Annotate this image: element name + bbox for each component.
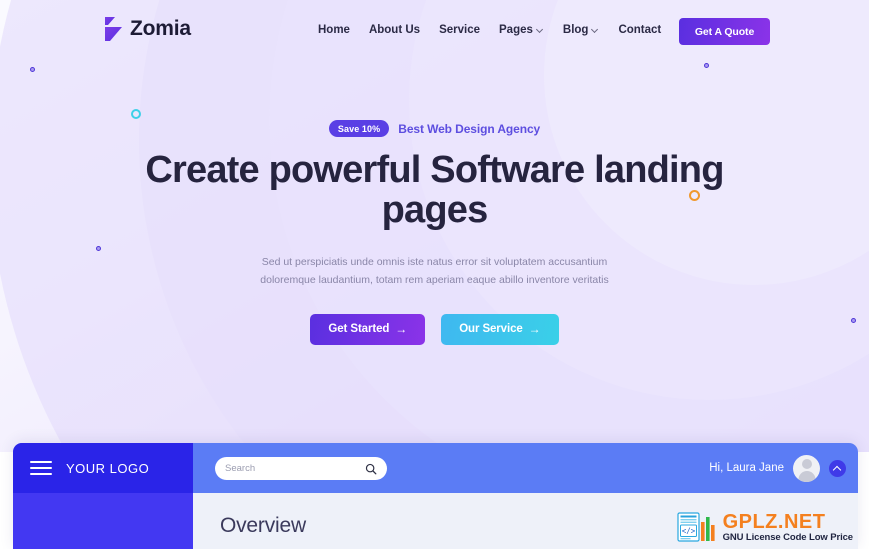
nav-item-about-us[interactable]: About Us [369, 24, 420, 36]
watermark-subtitle: GNU License Code Low Price [722, 531, 854, 543]
hero-subtitle: Sed ut perspiciatis unde omnis iste natu… [260, 255, 609, 287]
watermark-title: GPLZ.NET [723, 512, 853, 532]
search-box[interactable] [215, 456, 387, 480]
nav-item-label: Home [318, 24, 350, 36]
nav-links: Home About Us Service Pages Blog Contact [318, 24, 661, 36]
chevron-down-icon[interactable] [592, 27, 599, 34]
search-input[interactable] [225, 462, 365, 474]
page-title: Create powerful Software landing pages [145, 149, 724, 231]
watermark-title-net: NET [783, 510, 826, 533]
nav-item-service[interactable]: Service [439, 24, 480, 36]
nav-item-label: Pages [499, 24, 533, 36]
hero-cta-row: Get Started → Our Service → [0, 313, 869, 345]
top-navigation: Zomia Home About Us Service Pages Blog Contac… [0, 0, 869, 62]
nav-item-blog[interactable]: Blog [563, 24, 600, 36]
dot-purple-top-left [30, 67, 35, 72]
arrow-right-icon: → [395, 322, 408, 337]
gplz-watermark: </> GPLZ.NET GNU License Code Low Price [676, 512, 854, 543]
watermark-text: GPLZ.NET GNU License Code Low Price [722, 512, 854, 543]
arrow-right-icon: → [528, 322, 541, 337]
zomia-play-mark-icon [104, 16, 123, 42]
hero-tagline: Best Web Design Agency [398, 121, 541, 136]
nav-item-label: Blog [562, 24, 589, 36]
get-started-button[interactable]: Get Started → [310, 313, 426, 345]
nav-item-label: About Us [368, 24, 421, 36]
hamburger-menu-icon[interactable] [30, 461, 52, 475]
dashboard-sidebar [13, 493, 193, 549]
dashboard-user-menu[interactable]: Hi, Laura Jane [709, 454, 858, 482]
dot-cyan-ring-left [131, 109, 141, 119]
hero-section: Zomia Home About Us Service Pages Blog Contac… [0, 0, 869, 452]
save-badge: Save 10% [328, 120, 390, 137]
nav-item-contact[interactable]: Contact [618, 24, 661, 36]
our-service-label: Our Service [459, 323, 523, 336]
search-icon[interactable] [365, 462, 377, 475]
dashboard-logo-text: YOUR LOGO [66, 460, 150, 476]
nav-item-home[interactable]: Home [318, 24, 350, 36]
our-service-button[interactable]: Our Service → [441, 313, 559, 345]
get-a-quote-button[interactable]: Get A Quote [679, 18, 770, 45]
dot-purple-top-right [704, 63, 709, 68]
get-started-label: Get Started [328, 323, 390, 336]
brand-name: Zomia [130, 17, 191, 40]
page-root: Zomia Home About Us Service Pages Blog Contac… [0, 0, 869, 549]
user-greeting: Hi, Laura Jane [709, 462, 784, 474]
overview-heading: Overview [220, 514, 306, 537]
svg-text:</>: </> [681, 526, 695, 535]
nav-item-label: Service [439, 24, 480, 36]
dashboard-logo-block: YOUR LOGO [13, 443, 193, 493]
user-avatar-icon[interactable] [793, 454, 820, 482]
chevron-down-icon[interactable] [537, 27, 544, 34]
brand-logo[interactable]: Zomia [104, 16, 191, 42]
code-document-chart-icon: </> [676, 512, 715, 542]
dashboard-topbar: YOUR LOGO Hi, Laura Jane [13, 443, 858, 493]
nav-item-pages[interactable]: Pages [499, 24, 544, 36]
watermark-title-main: GPLZ [722, 510, 778, 533]
nav-item-label: Contact [618, 24, 662, 36]
hero-content: Save 10% Best Web Design Agency Create p… [0, 120, 869, 345]
chevron-up-icon[interactable] [829, 459, 846, 477]
hero-tagline-row: Save 10% Best Web Design Agency [0, 120, 869, 137]
